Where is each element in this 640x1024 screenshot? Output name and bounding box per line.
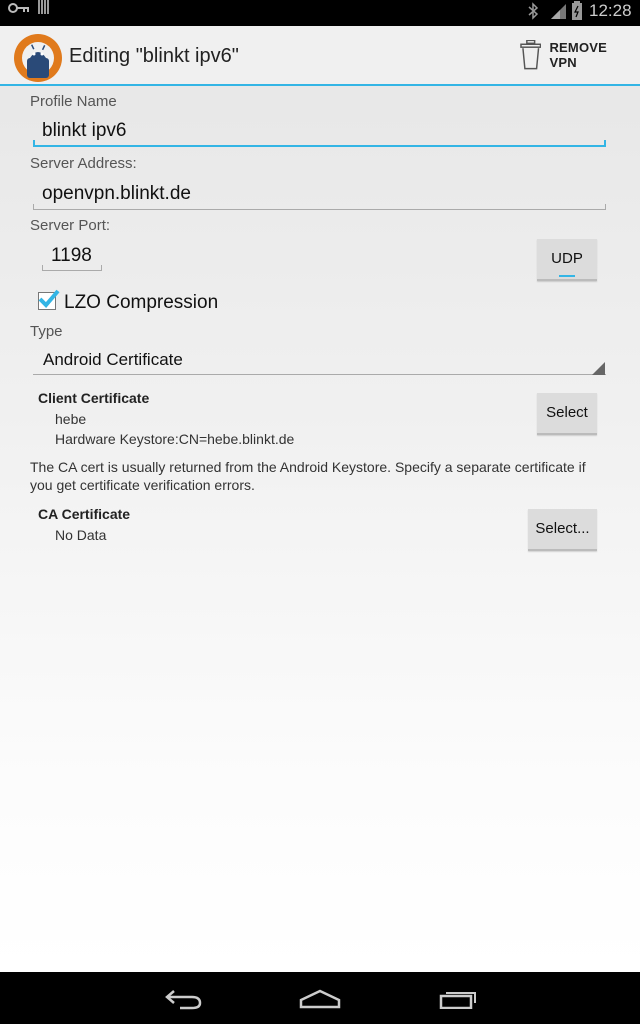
client-cert-detail: Hardware Keystore:CN=hebe.blinkt.de <box>55 431 295 447</box>
protocol-toggle-button[interactable]: UDP <box>537 239 597 281</box>
bars-icon <box>38 0 49 14</box>
select-ca-cert-button[interactable]: Select... <box>528 509 597 551</box>
server-port-underline-left <box>42 265 43 271</box>
home-icon[interactable] <box>299 989 341 1009</box>
ca-cert-value: No Data <box>55 527 107 543</box>
server-address-underline-left <box>33 204 34 210</box>
lzo-label[interactable]: LZO Compression <box>64 292 218 314</box>
action-bar: Editing "blinkt ipv6" REMOVE VPN <box>0 26 640 86</box>
recent-apps-icon[interactable] <box>439 989 477 1009</box>
openvpn-app-icon[interactable] <box>12 32 64 84</box>
clock: 12:28 <box>589 1 632 20</box>
toggle-indicator <box>559 275 575 277</box>
key-icon <box>8 3 29 13</box>
ca-help-text: The CA cert is usually returned from the… <box>30 459 586 493</box>
server-address-label: Server Address: <box>30 155 137 172</box>
lzo-checkbox[interactable] <box>38 289 60 310</box>
client-cert-alias: hebe <box>55 411 87 427</box>
client-cert-title: Client Certificate <box>38 390 150 406</box>
server-address-field[interactable]: openvpn.blinkt.de <box>33 183 606 205</box>
remove-vpn-button[interactable]: REMOVE VPN <box>520 38 636 72</box>
battery-icon <box>572 1 582 20</box>
trash-icon <box>520 40 542 70</box>
type-spinner-value: Android Certificate <box>43 350 183 369</box>
page-title: Editing "blinkt ipv6" <box>69 45 239 67</box>
status-bar: 12:28 <box>0 0 640 26</box>
dropdown-arrow-icon <box>592 362 605 375</box>
bluetooth-icon <box>528 2 539 20</box>
profile-name-field[interactable]: blinkt ipv6 <box>33 120 606 142</box>
server-address-underline <box>33 209 606 210</box>
profile-name-underline-right <box>604 140 606 146</box>
screen: Editing "blinkt ipv6" REMOVE VPN Profile… <box>0 26 640 972</box>
server-port-label: Server Port: <box>30 217 111 234</box>
profile-name-underline <box>33 145 606 147</box>
profile-name-label: Profile Name <box>30 93 117 110</box>
select-ca-cert-label: Select... <box>535 520 590 537</box>
server-address-underline-right <box>605 204 606 210</box>
server-port-underline <box>42 270 102 271</box>
protocol-label: UDP <box>551 250 583 267</box>
navigation-bar <box>0 972 640 1024</box>
type-label: Type <box>30 323 63 340</box>
remove-vpn-label: REMOVE VPN <box>549 40 608 70</box>
select-client-cert-button[interactable]: Select <box>537 393 597 435</box>
profile-name-underline-left <box>33 140 35 146</box>
back-icon[interactable] <box>164 988 202 1010</box>
ca-cert-title: CA Certificate <box>38 506 131 522</box>
server-port-underline-right <box>101 265 102 271</box>
signal-icon <box>551 4 566 19</box>
select-client-cert-label: Select <box>546 404 588 421</box>
server-port-field[interactable]: 1198 <box>42 245 102 267</box>
type-spinner-underline <box>33 374 606 375</box>
check-icon <box>38 289 60 308</box>
